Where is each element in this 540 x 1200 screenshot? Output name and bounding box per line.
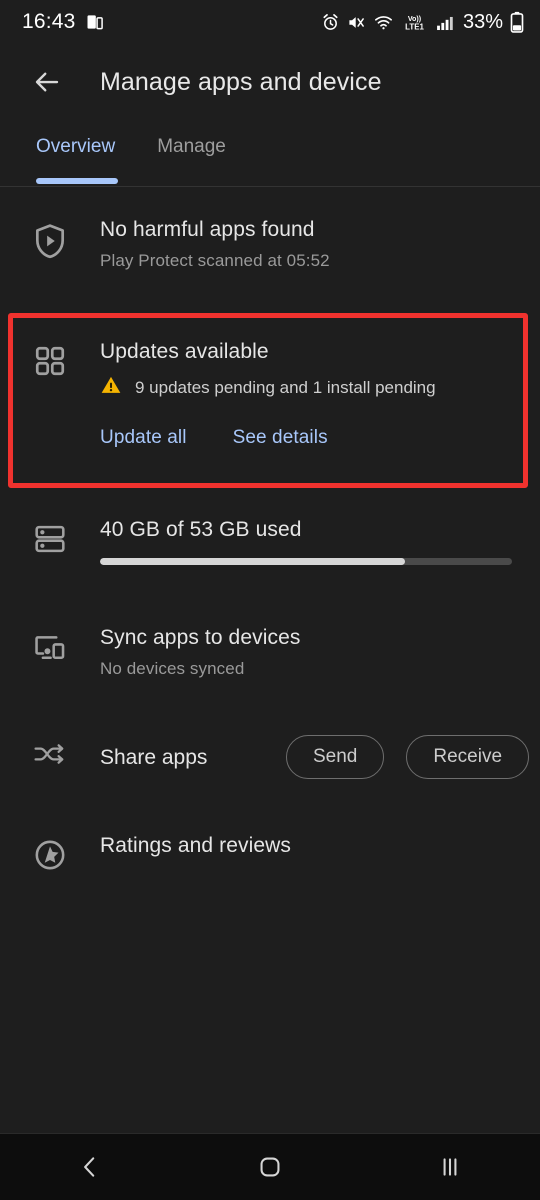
- phone-screen: 16:43 Vo)) LTE1 33% Manage apps and devi…: [0, 0, 540, 1200]
- alarm-icon: [321, 13, 340, 32]
- svg-text:Vo)): Vo)): [408, 14, 422, 22]
- app-bar: Manage apps and device: [0, 44, 540, 120]
- row-sync-apps[interactable]: Sync apps to devices No devices synced: [0, 626, 540, 679]
- storage-icon: [0, 518, 100, 565]
- battery-percent-label: 33%: [462, 10, 503, 33]
- updates-title: Updates available: [100, 340, 269, 363]
- share-body: Share apps Send Receive: [100, 735, 540, 779]
- row-storage[interactable]: 40 GB of 53 GB used: [0, 518, 540, 565]
- updates-status: 9 updates pending and 1 install pending: [100, 374, 516, 401]
- update-all-button[interactable]: Update all: [100, 427, 187, 449]
- storage-progress-bar[interactable]: [100, 558, 512, 565]
- tab-manage[interactable]: Manage: [157, 126, 226, 158]
- share-swap-icon: [0, 735, 100, 779]
- svg-text:LTE1: LTE1: [405, 22, 424, 31]
- battery-icon: [510, 11, 524, 33]
- storage-body: 40 GB of 53 GB used: [100, 518, 540, 565]
- play-protect-title: No harmful apps found: [100, 218, 315, 241]
- wifi-icon: [373, 13, 394, 32]
- status-bar-clock: 16:43: [22, 10, 76, 33]
- page-title: Manage apps and device: [100, 67, 382, 96]
- tab-overview[interactable]: Overview: [36, 126, 115, 158]
- updates-body: Updates available 9 updates pending and …: [100, 340, 540, 449]
- multi-window-icon: [85, 12, 105, 32]
- tab-divider: [0, 186, 540, 187]
- updates-subtitle: 9 updates pending and 1 install pending: [135, 377, 436, 397]
- updates-actions: Update all See details: [100, 427, 516, 449]
- tab-active-indicator: [36, 178, 118, 184]
- see-details-button[interactable]: See details: [233, 427, 328, 449]
- storage-title: 40 GB of 53 GB used: [100, 518, 302, 541]
- devices-icon: [0, 626, 100, 679]
- back-arrow-icon[interactable]: [26, 61, 68, 103]
- nav-recents-icon[interactable]: [360, 1134, 540, 1200]
- row-share-apps: Share apps Send Receive: [0, 735, 540, 779]
- status-bar-left: 16:43: [22, 10, 105, 34]
- row-updates-available[interactable]: Updates available 9 updates pending and …: [0, 340, 540, 449]
- row-ratings-reviews[interactable]: Ratings and reviews: [0, 834, 540, 872]
- sync-body: Sync apps to devices No devices synced: [100, 626, 540, 679]
- receive-button[interactable]: Receive: [406, 735, 530, 779]
- sync-subtitle: No devices synced: [100, 659, 245, 678]
- signal-icon: [435, 13, 455, 32]
- nav-bar: [0, 1134, 540, 1200]
- star-circle-icon: [0, 834, 100, 872]
- ratings-title: Ratings and reviews: [100, 834, 291, 857]
- mute-icon: [347, 13, 366, 32]
- nav-back-icon[interactable]: [0, 1134, 180, 1200]
- status-bar: 16:43 Vo)) LTE1 33%: [0, 0, 540, 44]
- row-play-protect[interactable]: No harmful apps found Play Protect scann…: [0, 218, 540, 271]
- status-bar-right: Vo)) LTE1 33%: [321, 11, 524, 34]
- nav-home-icon[interactable]: [180, 1134, 360, 1200]
- storage-progress-fill: [100, 558, 405, 565]
- sync-title: Sync apps to devices: [100, 626, 301, 649]
- tab-bar: Overview Manage: [0, 126, 540, 188]
- ratings-body: Ratings and reviews: [100, 834, 540, 872]
- send-button[interactable]: Send: [286, 735, 385, 779]
- warning-triangle-icon: [100, 374, 122, 401]
- play-protect-body: No harmful apps found Play Protect scann…: [100, 218, 540, 271]
- apps-grid-icon: [0, 340, 100, 449]
- play-protect-subtitle: Play Protect scanned at 05:52: [100, 251, 330, 270]
- shield-play-icon: [0, 218, 100, 271]
- share-apps-title: Share apps: [100, 746, 208, 769]
- volte-icon: Vo)) LTE1: [401, 13, 428, 32]
